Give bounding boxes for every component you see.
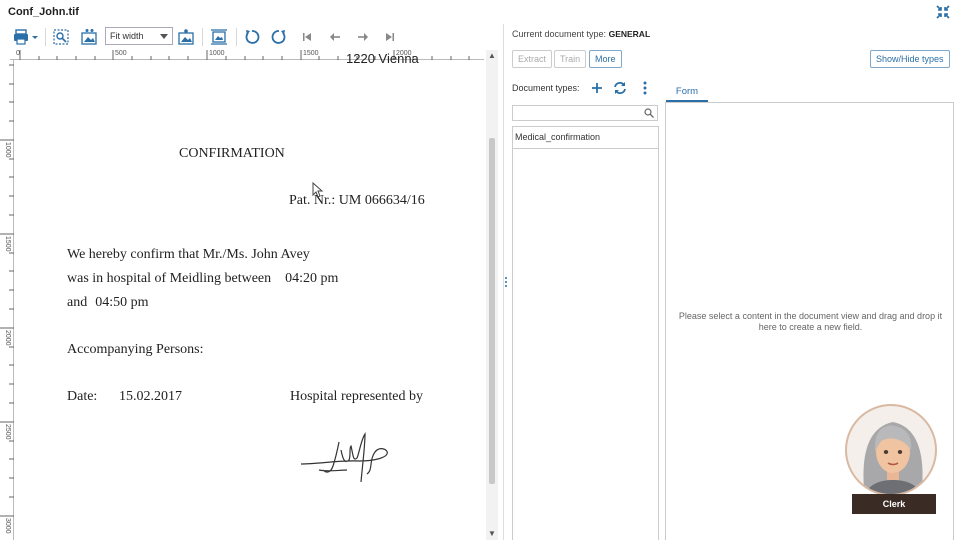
ruler-label: 1000	[4, 142, 11, 158]
window-title: Conf_John.tif	[8, 6, 79, 18]
image-settings-icon[interactable]	[177, 28, 195, 46]
toolbar-separator	[45, 28, 46, 46]
document-viewer[interactable]: 0 500 1000 1500 2000 1000 1500 2000 2500…	[0, 50, 500, 540]
search-icon	[644, 108, 654, 118]
assistant-avatar	[845, 404, 937, 496]
end-time: 04:50 pm	[95, 295, 149, 310]
date-value: 15.02.2017	[119, 389, 182, 404]
next-page-icon[interactable]	[355, 28, 371, 46]
document-page[interactable]: 1220 Vienna CONFIRMATION Pat. Nr.: UM 06…	[16, 51, 484, 540]
rotate-right-icon[interactable]	[270, 28, 288, 46]
refresh-icon[interactable]	[613, 81, 627, 95]
list-item[interactable]: Medical_confirmation	[513, 127, 658, 149]
title-bar: Conf_John.tif	[0, 0, 960, 24]
extract-button[interactable]: Extract	[512, 50, 553, 68]
add-icon[interactable]	[590, 81, 604, 95]
accompanying-persons: Accompanying Persons:	[67, 342, 204, 357]
scroll-up-icon[interactable]: ▲	[488, 52, 496, 60]
more-button[interactable]: More	[589, 50, 622, 68]
current-type-value: GENERAL	[608, 29, 651, 39]
signature	[300, 432, 388, 483]
scrollbar-thumb[interactable]	[489, 138, 495, 484]
ruler-label: 1000	[209, 50, 225, 57]
end-time-prefix: and	[67, 295, 88, 310]
last-page-icon[interactable]	[383, 28, 397, 46]
ruler-label: 500	[115, 50, 127, 57]
train-button[interactable]: Train	[554, 50, 587, 68]
collapse-icon[interactable]	[936, 5, 950, 19]
viewer-toolbar: Fit width	[0, 24, 504, 50]
ruler-label: 2500	[4, 424, 11, 440]
form-hint: Please select a content in the document …	[678, 311, 943, 332]
hospital-line-text: was in hospital of Meidling between	[67, 271, 272, 286]
zoom-select[interactable]: Fit width	[105, 27, 173, 45]
end-time-line: and 04:50 pm	[67, 295, 149, 311]
patient-number: Pat. Nr.: UM 066634/16	[289, 193, 425, 208]
represented-by: Hospital represented by	[290, 389, 423, 404]
date-label: Date:	[67, 389, 98, 404]
ruler-label: 1500	[4, 236, 11, 252]
start-time: 04:20 pm	[285, 271, 339, 286]
hospital-line: was in hospital of Meidling between 04:20…	[67, 271, 338, 287]
ruler-label: 2000	[4, 330, 11, 346]
fit-image-icon[interactable]	[80, 28, 98, 46]
tab-form[interactable]: Form	[666, 84, 708, 102]
print-button[interactable]	[12, 28, 40, 46]
scroll-down-icon[interactable]: ▼	[488, 530, 496, 538]
confirmation-line: We hereby confirm that Mr./Ms. John Avey	[67, 247, 310, 262]
ruler-label: 1500	[303, 50, 319, 57]
document-heading: CONFIRMATION	[179, 146, 285, 161]
vertical-ruler: 1000 1500 2000 2500 3000	[0, 60, 14, 540]
document-scrollbar[interactable]: ▲ ▼	[486, 50, 498, 540]
current-document-type: Current document type: GENERAL	[512, 29, 650, 39]
avatar-label: Clerk	[852, 494, 936, 514]
rotate-left-icon[interactable]	[243, 28, 261, 46]
address-fragment: 1220 Vienna	[346, 51, 419, 66]
document-type-search-input[interactable]	[512, 105, 658, 121]
show-hide-types-button[interactable]: Show/Hide types	[870, 50, 950, 68]
zoom-select-value: Fit width	[110, 31, 144, 41]
current-type-label: Current document type:	[512, 29, 607, 39]
chevron-down-icon	[160, 34, 168, 39]
zoom-area-icon[interactable]	[52, 28, 70, 46]
previous-page-icon[interactable]	[327, 28, 343, 46]
fit-page-icon[interactable]	[209, 28, 229, 46]
ruler-label: 3000	[4, 518, 11, 534]
more-options-icon[interactable]	[638, 81, 652, 95]
first-page-icon[interactable]	[300, 28, 314, 46]
ruler-label: 0	[16, 50, 20, 57]
toolbar-separator	[202, 28, 203, 46]
mouse-cursor-icon	[312, 182, 324, 198]
toolbar-separator	[236, 28, 237, 46]
document-types-label: Document types:	[512, 83, 580, 93]
document-type-list: Medical_confirmation	[512, 126, 659, 540]
